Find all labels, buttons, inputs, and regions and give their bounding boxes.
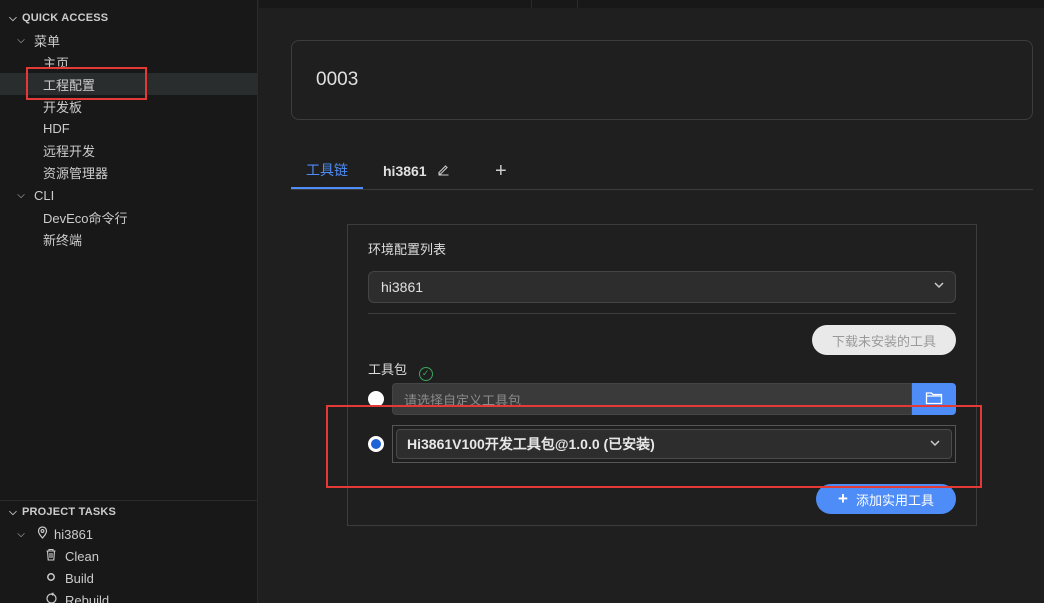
- tree-item-label: 工程配置: [43, 77, 96, 93]
- toolkit-select-frame: Hi3861V100开发工具包@1.0.0 (已安装): [392, 425, 956, 463]
- button-label: 下载未安装的工具: [831, 333, 936, 349]
- tree-item-label: CLI: [34, 187, 55, 203]
- tab-hi3861[interactable]: hi3861: [383, 152, 450, 190]
- tree-item-resource-manager[interactable]: 资源管理器: [0, 161, 258, 183]
- top-strip: [259, 0, 1044, 8]
- tree-item-label: HDF: [43, 120, 70, 136]
- tree-item-label: 资源管理器: [43, 165, 109, 181]
- tree-item-label: 菜单: [34, 33, 61, 49]
- rebuild-icon: [43, 592, 59, 603]
- quick-access-title: QUICK ACCESS: [22, 12, 109, 24]
- chevron-down-icon: [929, 437, 941, 452]
- location-pin-icon: [34, 526, 50, 542]
- check-circle-icon: ✓: [418, 367, 433, 381]
- project-tasks-title: PROJECT TASKS: [22, 506, 117, 518]
- task-label: Clean: [65, 548, 99, 564]
- tree-item-remote-dev[interactable]: 远程开发: [0, 139, 258, 161]
- tree-item-hdf[interactable]: HDF: [0, 117, 258, 139]
- chevron-down-icon: ⌵: [17, 189, 25, 201]
- chevron-down-icon: ⌵: [9, 12, 17, 24]
- tree-item-deveco-cli[interactable]: DevEco命令行: [0, 206, 258, 228]
- tab-label: 工具链: [306, 161, 348, 178]
- tree-item-label: 主页: [43, 55, 70, 71]
- tree-item-label: DevEco命令行: [43, 210, 128, 226]
- toolkit-select[interactable]: Hi3861V100开发工具包@1.0.0 (已安装): [396, 429, 952, 459]
- project-tasks-header[interactable]: ⌵ PROJECT TASKS: [0, 502, 258, 522]
- tree-item-project-config[interactable]: 工程配置: [0, 73, 258, 95]
- task-label: Build: [65, 570, 94, 586]
- env-config-value: hi3861: [381, 279, 424, 295]
- custom-toolkit-input[interactable]: 请选择自定义工具包: [392, 383, 912, 415]
- input-placeholder: 请选择自定义工具包: [404, 392, 522, 408]
- tree-item-new-terminal[interactable]: 新终端: [0, 228, 258, 250]
- tree-item-dev-board[interactable]: 开发板: [0, 95, 258, 117]
- folder-icon: [925, 391, 943, 408]
- env-config-select[interactable]: hi3861: [368, 271, 956, 303]
- task-rebuild[interactable]: Rebuild: [0, 589, 258, 603]
- circle-icon: [43, 571, 59, 585]
- sidebar: ⌵ QUICK ACCESS ⌵ 菜单 主页 工程配置 开发板 HDF 远程开发…: [0, 0, 258, 603]
- plus-icon: +: [495, 159, 507, 182]
- quick-access-header[interactable]: ⌵ QUICK ACCESS: [0, 8, 258, 28]
- trash-icon: [43, 548, 59, 564]
- chevron-down-icon: ⌵: [17, 34, 25, 46]
- add-utility-tool-button[interactable]: + 添加实用工具: [816, 484, 956, 514]
- toolkit-label-row: 工具包 ✓: [368, 359, 433, 381]
- project-name-card: 0003: [291, 40, 1033, 120]
- button-label: 添加实用工具: [855, 492, 934, 508]
- divider: [531, 0, 532, 8]
- pencil-icon[interactable]: [437, 163, 450, 179]
- divider: [368, 313, 956, 314]
- project-name: 0003: [316, 69, 359, 90]
- browse-folder-button[interactable]: [912, 383, 956, 415]
- tree-item-label: 开发板: [43, 99, 83, 115]
- task-label: Rebuild: [65, 592, 110, 603]
- custom-toolkit-radio[interactable]: [368, 391, 384, 407]
- tree-item-project-hi3861[interactable]: ⌵ hi3861: [0, 523, 258, 545]
- toolchain-panel: 环境配置列表 hi3861 下载未安装的工具 工具包 ✓ 请选择自定义工具包 H…: [347, 224, 977, 526]
- main-content: 0003 工具链 hi3861 + 环境配置列表 hi3861 下载未安装的工具: [259, 0, 1044, 603]
- chevron-down-icon: [933, 279, 945, 294]
- task-clean[interactable]: Clean: [0, 545, 258, 567]
- tree-item-label: 远程开发: [43, 143, 96, 159]
- tree-item-label: 新终端: [43, 232, 83, 248]
- add-tab-button[interactable]: +: [495, 152, 507, 190]
- download-uninstalled-tools-button[interactable]: 下载未安装的工具: [812, 325, 956, 355]
- chevron-down-icon: ⌵: [9, 506, 17, 518]
- toolkit-label: 工具包: [368, 362, 408, 377]
- tree-item-label: hi3861: [54, 526, 94, 542]
- chevron-down-icon: ⌵: [17, 528, 25, 540]
- plus-icon: +: [838, 489, 848, 508]
- tree-item-home[interactable]: 主页: [0, 51, 258, 73]
- task-build[interactable]: Build: [0, 567, 258, 589]
- selected-toolkit-radio[interactable]: [368, 436, 384, 452]
- tab-bar: 工具链 hi3861 +: [291, 152, 1033, 190]
- tab-toolchain[interactable]: 工具链: [291, 152, 363, 189]
- toolkit-select-value: Hi3861V100开发工具包@1.0.0 (已安装): [407, 436, 655, 452]
- tree-item-cli[interactable]: ⌵ CLI: [0, 184, 258, 206]
- tab-label: hi3861: [383, 163, 427, 179]
- tree-item-menu[interactable]: ⌵ 菜单: [0, 29, 258, 51]
- section-divider: [0, 500, 258, 501]
- env-config-label: 环境配置列表: [368, 242, 447, 257]
- divider: [577, 0, 578, 8]
